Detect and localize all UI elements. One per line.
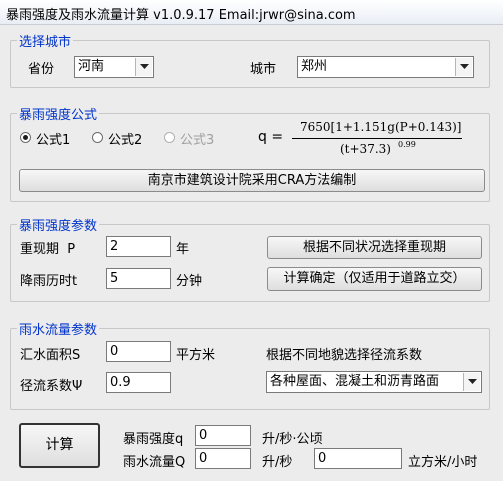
flow-result-liters-value: 0 <box>199 451 208 466</box>
choose-return-period-button[interactable]: 根据不同状况选择重现期 <box>267 236 482 259</box>
calculate-button[interactable]: 计算 <box>19 423 100 468</box>
return-period-input[interactable]: 2 <box>106 236 171 257</box>
chevron-down-icon[interactable] <box>463 373 480 391</box>
return-period-value: 2 <box>110 239 119 254</box>
province-select[interactable]: 河南 <box>74 56 154 78</box>
formula-q-label: q = <box>258 129 284 145</box>
rain-duration-label: 降雨历时t <box>20 274 78 289</box>
city-group-label: 选择城市 <box>17 31 74 50</box>
title-bar[interactable]: 暴雨强度及雨水流量计算 v1.0.9.17 Email:jrwr@sina.co… <box>0 0 503 25</box>
catchment-area-unit: 平方米 <box>176 348 216 363</box>
choose-return-period-label: 根据不同状况选择重现期 <box>302 240 446 255</box>
formula-3-label: 公式3 <box>180 133 215 148</box>
calculate-label: 计算 <box>45 437 74 453</box>
formula-denominator: (t+37.3) <box>340 142 391 156</box>
formula-group-label: 暴雨强度公式 <box>17 104 100 123</box>
rain-duration-unit: 分钟 <box>176 274 203 289</box>
province-value: 河南 <box>78 59 105 74</box>
catchment-area-value: 0 <box>110 344 119 359</box>
params-group-label: 暴雨强度参数 <box>17 215 100 234</box>
city-label: 城市 <box>250 62 277 77</box>
surface-type-value: 各种屋面、混凝土和沥青路面 <box>270 374 440 389</box>
flow-result-m3-unit: 立方米/小时 <box>408 455 478 470</box>
formula-numerator: 7650[1+1.151g(P+0.143)] <box>300 120 462 134</box>
flow-group-label: 雨水流量参数 <box>17 319 100 338</box>
formula-2-radio[interactable] <box>92 132 103 143</box>
formula-fraction-line <box>292 138 462 139</box>
intensity-result-label: 暴雨强度q <box>123 432 184 447</box>
surface-type-select[interactable]: 各种屋面、混凝土和沥青路面 <box>266 371 482 393</box>
method-note-button[interactable]: 南京市建筑设计院采用CRA方法编制 <box>19 169 485 192</box>
rain-duration-value: 5 <box>110 271 119 286</box>
flow-result-liters-field[interactable]: 0 <box>195 448 251 469</box>
catchment-area-label: 汇水面积S <box>20 348 81 363</box>
runoff-coef-input[interactable]: 0.9 <box>106 372 171 393</box>
calculate-confirm-button[interactable]: 计算确定（仅适用于道路立交） <box>267 267 482 291</box>
formula-1-radio[interactable] <box>20 132 31 143</box>
flow-result-liters-unit: 升/秒 <box>262 455 293 470</box>
chevron-down-icon[interactable] <box>455 58 472 76</box>
intensity-result-unit: 升/秒·公顷 <box>262 432 323 447</box>
formula-exponent: 0.99 <box>398 140 416 149</box>
window-title: 暴雨强度及雨水流量计算 v1.0.9.17 Email:jrwr@sina.co… <box>6 8 356 23</box>
flow-result-m3-field[interactable]: 0 <box>314 448 402 469</box>
flow-result-m3-value: 0 <box>318 451 327 466</box>
return-period-unit: 年 <box>176 242 190 257</box>
formula-2-label[interactable]: 公式2 <box>108 129 142 148</box>
city-value: 郑州 <box>301 59 328 74</box>
formula-3-radio <box>164 132 175 143</box>
method-note-label: 南京市建筑设计院采用CRA方法编制 <box>147 173 357 188</box>
city-select[interactable]: 郑州 <box>297 56 474 78</box>
chevron-down-icon[interactable] <box>135 58 152 76</box>
runoff-coef-value: 0.9 <box>110 375 131 390</box>
flow-group: 雨水流量参数 <box>10 319 490 410</box>
return-period-label: 重现期 P <box>20 242 76 257</box>
calculate-confirm-label: 计算确定（仅适用于道路立交） <box>283 271 466 286</box>
intensity-result-field[interactable]: 0 <box>195 425 251 446</box>
intensity-result-value: 0 <box>199 428 208 443</box>
runoff-coef-hint: 根据不同地貌选择径流系数 <box>266 348 423 363</box>
province-label: 省份 <box>28 62 55 77</box>
flow-result-label: 雨水流量Q <box>123 455 186 470</box>
rain-duration-input[interactable]: 5 <box>106 268 171 289</box>
runoff-coef-label: 径流系数Ψ <box>20 379 83 394</box>
formula-1-label[interactable]: 公式1 <box>36 129 70 148</box>
catchment-area-input[interactable]: 0 <box>106 341 171 362</box>
